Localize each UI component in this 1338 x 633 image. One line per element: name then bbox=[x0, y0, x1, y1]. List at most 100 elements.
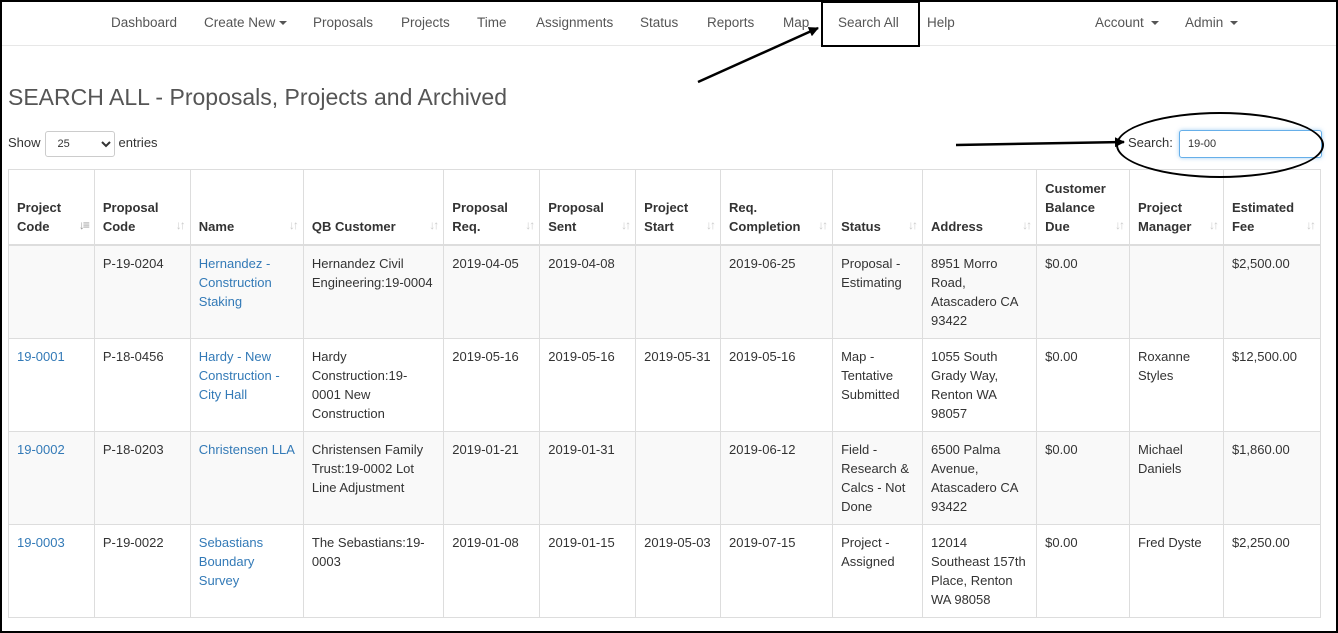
cell-text: 2019-05-16 bbox=[452, 348, 519, 364]
sort-arrows-icon: ↓↑ bbox=[705, 217, 716, 232]
nav-reports[interactable]: Reports bbox=[707, 0, 754, 46]
nav-assignments[interactable]: Assignments bbox=[536, 0, 613, 46]
sort-arrows-icon: ↓↑ bbox=[1022, 217, 1032, 232]
cell-name: Christensen LLA bbox=[189, 430, 304, 525]
column-header[interactable]: Project Manager ↓↑ bbox=[1129, 169, 1224, 246]
cell-text: 12014 Southeast 157th Place, Renton WA 9… bbox=[930, 534, 1026, 607]
nav-dashboard[interactable]: Dashboard bbox=[111, 0, 177, 46]
column-header[interactable]: Req. Completion ↓↑ bbox=[719, 169, 834, 246]
nav-map[interactable]: Map bbox=[783, 0, 809, 46]
show-label: Show bbox=[8, 135, 41, 150]
cell-project-start: 2019-05-31 bbox=[635, 337, 721, 432]
column-header[interactable]: Customer Balance Due ↓↑ bbox=[1036, 169, 1131, 246]
cell-text: 2019-05-16 bbox=[728, 348, 796, 364]
cell-text: 2019-01-08 bbox=[452, 534, 519, 550]
cell-text: Michael Daniels bbox=[1138, 441, 1183, 476]
column-header-label: Due bbox=[1045, 218, 1070, 234]
table-row: 19-0003 P-19-0022 Sebastians Boundary Surv… bbox=[8, 523, 1322, 618]
sort-arrows-icon: ↓↑ bbox=[907, 217, 918, 232]
cell-status: Map - Tentative Submitted bbox=[832, 337, 923, 432]
project-name-link[interactable]: Hernandez - Construction Staking bbox=[199, 256, 272, 309]
cell-req-completion: 2019-05-16 bbox=[719, 337, 834, 432]
column-header-label: Name bbox=[198, 218, 235, 234]
nav-admin[interactable]: Admin bbox=[1185, 0, 1239, 46]
project-code-link[interactable]: 19-0002 bbox=[17, 442, 65, 457]
cell-estimated-fee: $1,860.00 bbox=[1222, 430, 1322, 525]
column-header-label: Project bbox=[644, 199, 689, 215]
column-header[interactable]: Proposal Code ↓↑ bbox=[93, 169, 191, 246]
column-header[interactable]: QB Customer ↓↑ bbox=[302, 169, 445, 246]
column-header-label: Fee bbox=[1231, 218, 1255, 234]
cell-text: 2019-04-05 bbox=[452, 255, 519, 271]
cell-text: $1,860.00 bbox=[1231, 441, 1290, 457]
cell-text: 1055 South Grady Way, Renton WA 98057 bbox=[930, 348, 999, 421]
nav-proposals[interactable]: Proposals bbox=[313, 0, 373, 46]
column-header[interactable]: Project Start ↓↑ bbox=[635, 169, 721, 246]
cell-project-code: 19-0002 bbox=[8, 430, 95, 525]
column-header[interactable]: Estimated Fee ↓↑ bbox=[1222, 169, 1322, 246]
column-header-label: Req. bbox=[728, 199, 758, 215]
cell-status: Proposal - Estimating bbox=[832, 244, 923, 339]
cell-req-completion: 2019-06-25 bbox=[719, 244, 834, 339]
cell-name: Hardy - New Construction - City Hall bbox=[189, 337, 304, 432]
search-input[interactable] bbox=[1179, 130, 1322, 158]
cell-text: 2019-01-15 bbox=[548, 534, 615, 550]
cell-text: $2,250.00 bbox=[1231, 534, 1290, 550]
cell-text: Roxanne Styles bbox=[1138, 348, 1191, 383]
sort-arrows-icon: ↓↑ bbox=[621, 217, 631, 232]
cell-text: 2019-07-15 bbox=[728, 534, 796, 550]
cell-text: Map - Tentative Submitted bbox=[841, 348, 900, 402]
project-name-link[interactable]: Hardy - New Construction - City Hall bbox=[199, 349, 280, 402]
cell-text: $12,500.00 bbox=[1231, 348, 1298, 364]
project-code-link[interactable]: 19-0001 bbox=[17, 349, 65, 364]
cell-text: 2019-05-31 bbox=[644, 348, 711, 364]
cell-text: Field - Research & Calcs - Not Done bbox=[841, 441, 910, 514]
cell-text: 2019-04-08 bbox=[548, 255, 615, 271]
nav-projects[interactable]: Projects bbox=[401, 0, 450, 46]
cell-text: $0.00 bbox=[1045, 441, 1078, 457]
column-header[interactable]: Name ↓↑ bbox=[189, 169, 304, 246]
table-row: P-19-0204 Hernandez - Construction Stakin… bbox=[8, 244, 1322, 339]
results-table: Project Code ↓≡ Proposal Code ↓↑ Name ↓↑ QB Cust… bbox=[8, 169, 1322, 618]
cell-name: Sebastians Boundary Survey bbox=[189, 523, 304, 618]
project-name-link[interactable]: Christensen LLA bbox=[199, 442, 295, 457]
project-code-link[interactable]: 19-0003 bbox=[17, 535, 65, 550]
cell-project-start bbox=[635, 244, 721, 339]
cell-estimated-fee: $12,500.00 bbox=[1222, 337, 1322, 432]
column-header[interactable]: Proposal Sent ↓↑ bbox=[539, 169, 637, 246]
project-name-link[interactable]: Sebastians Boundary Survey bbox=[199, 535, 263, 588]
sort-arrows-icon: ↓↑ bbox=[175, 217, 186, 232]
table-length-control: Show 25 entries bbox=[8, 131, 158, 157]
column-header-label: Address bbox=[930, 218, 984, 234]
cell-project-manager: Roxanne Styles bbox=[1129, 337, 1224, 432]
column-header-label: Code bbox=[17, 218, 50, 234]
nav-create-new[interactable]: Create New bbox=[204, 0, 288, 46]
cell-balance-due: $0.00 bbox=[1036, 244, 1131, 339]
column-header[interactable]: Project Code ↓≡ bbox=[8, 169, 95, 246]
cell-text: $0.00 bbox=[1045, 534, 1078, 550]
cell-qb-customer: Hernandez Civil Engineering:19-0004 bbox=[302, 244, 445, 339]
nav-time[interactable]: Time bbox=[477, 0, 507, 46]
cell-project-start: 2019-05-03 bbox=[635, 523, 721, 618]
nav-status[interactable]: Status bbox=[640, 0, 678, 46]
cell-text: P-18-0203 bbox=[102, 441, 164, 457]
nav-help[interactable]: Help bbox=[927, 0, 955, 46]
cell-text: 2019-01-21 bbox=[452, 441, 519, 457]
column-header-label: Manager bbox=[1138, 218, 1192, 234]
column-header[interactable]: Proposal Req. ↓↑ bbox=[443, 169, 541, 246]
nav-account[interactable]: Account bbox=[1095, 0, 1159, 46]
cell-text: Project - Assigned bbox=[841, 534, 895, 569]
column-header[interactable]: Address ↓↑ bbox=[921, 169, 1038, 246]
column-header-label: Code bbox=[102, 218, 136, 234]
column-header-label: Balance bbox=[1045, 199, 1095, 215]
table-row: 19-0002 P-18-0203 Christensen LLA Christens… bbox=[8, 430, 1322, 525]
cell-proposal-req: 2019-05-16 bbox=[443, 337, 541, 432]
column-header[interactable]: Status ↓↑ bbox=[832, 169, 923, 246]
column-header-label: Completion bbox=[728, 218, 801, 234]
cell-proposal-sent: 2019-01-31 bbox=[539, 430, 637, 525]
cell-balance-due: $0.00 bbox=[1036, 430, 1131, 525]
entries-per-page-select[interactable]: 25 bbox=[44, 131, 115, 157]
cell-balance-due: $0.00 bbox=[1036, 337, 1131, 432]
page-title: SEARCH ALL - Proposals, Projects and Arc… bbox=[8, 84, 507, 110]
column-header-label: Req. bbox=[452, 218, 481, 234]
